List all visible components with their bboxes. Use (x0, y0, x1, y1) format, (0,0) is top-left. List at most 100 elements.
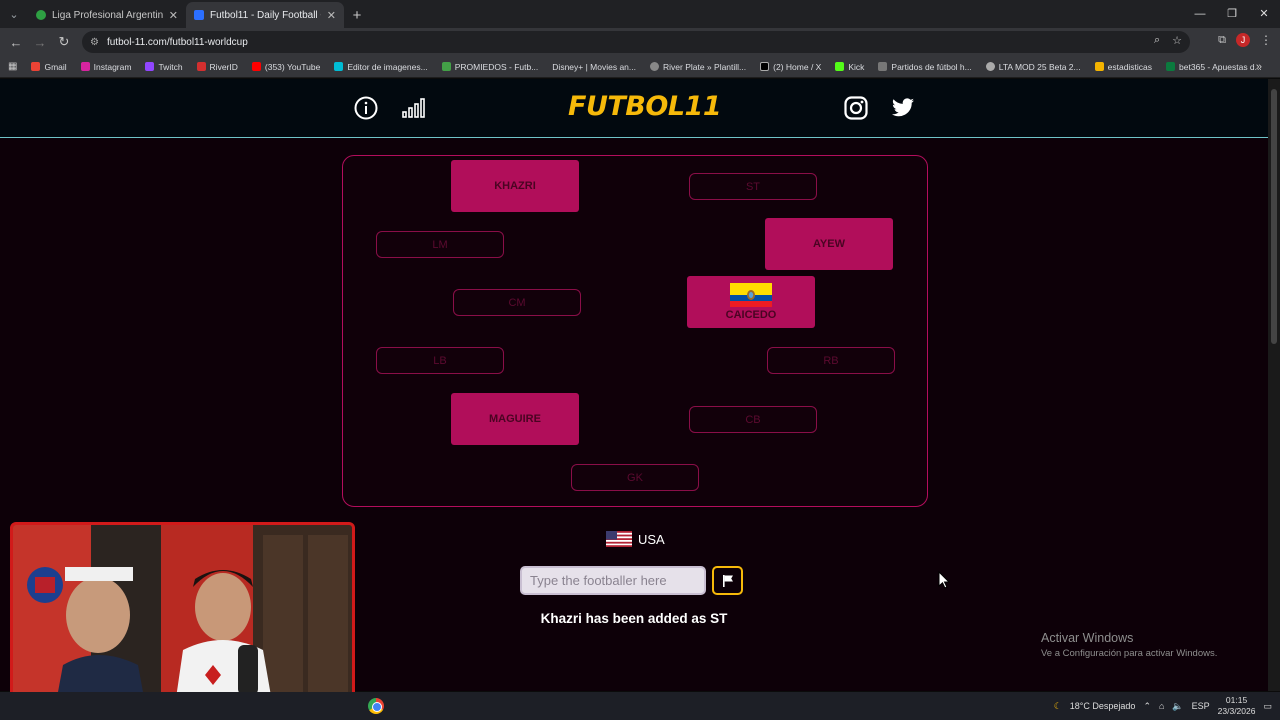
windows-taskbar: ☾ 18°C Despejado ⌃ ⌂ 🔈 ESP 01:15 23/3/20… (0, 692, 1280, 720)
gmail-icon (31, 62, 41, 71)
tab-favicon-icon (194, 10, 204, 20)
new-tab-button[interactable]: + (344, 2, 370, 28)
webcam-video-image (13, 525, 352, 713)
globe-icon (650, 62, 659, 71)
minimize-icon[interactable]: — (1184, 0, 1216, 28)
bookmark-label: PROMIEDOS - Futb... (454, 61, 539, 72)
bookmark-label: estadisticas (1107, 61, 1153, 72)
slot-cb-right[interactable]: CB (689, 406, 817, 433)
promiedos-icon (441, 62, 451, 71)
moon-weather-icon: ☾ (1053, 700, 1062, 711)
slot-rb[interactable]: RB (767, 347, 895, 374)
bookmark-riverplate[interactable]: River Plate » Plantill... (650, 62, 746, 72)
tab-search-icon[interactable]: ⌄ (0, 0, 28, 28)
country-name: USA (638, 531, 665, 547)
tab-title: Liga Profesional Argentina - PC (52, 9, 163, 21)
slot-cm-right[interactable]: CAICEDO (687, 276, 815, 328)
slot-st-right[interactable]: ST (689, 173, 817, 200)
flag-icon (722, 574, 733, 587)
close-tab-icon[interactable]: ✕ (169, 9, 178, 22)
back-icon[interactable]: ← (4, 35, 28, 50)
logo-number: 11 (684, 91, 722, 122)
restore-icon[interactable]: ❐ (1216, 0, 1248, 28)
language-indicator[interactable]: ESP (1192, 701, 1210, 711)
bookmark-label: Partidos de fútbol h... (891, 61, 972, 72)
bookmarks-bar: ▦ Gmail Instagram Twitch RiverID (353) Y… (0, 56, 1280, 78)
bookmark-label: Instagram (93, 61, 132, 72)
x-icon (760, 62, 770, 71)
slot-st-left[interactable]: KHAZRI (451, 160, 579, 212)
tab-title: Futbol11 - Daily Football Game (210, 9, 321, 21)
page-scrollbar[interactable] (1268, 79, 1280, 691)
site-header: FUTBOL11 (0, 79, 1268, 138)
bookmark-riverid[interactable]: RiverID (196, 61, 238, 72)
slot-gk[interactable]: GK (571, 464, 699, 491)
bookmark-promiedos[interactable]: PROMIEDOS - Futb... (441, 61, 539, 72)
bookmark-label: (353) YouTube (264, 61, 321, 72)
bookmark-editor[interactable]: Editor de imagenes... (334, 61, 428, 72)
slot-lm[interactable]: LM (376, 231, 504, 258)
close-window-icon[interactable]: ✕ (1248, 0, 1280, 28)
clock-date: 23/3/2026 (1217, 706, 1256, 716)
bookmark-estadisticas[interactable]: estadisticas (1094, 61, 1153, 72)
weather-text[interactable]: 18°C Despejado (1070, 701, 1136, 711)
menu-icon[interactable]: ⋮ (1260, 33, 1272, 47)
clock[interactable]: 01:15 23/3/2026 (1218, 695, 1256, 717)
apps-icon[interactable]: ▦ (8, 61, 17, 72)
tab-futbol11[interactable]: Futbol11 - Daily Football Game ✕ (186, 2, 344, 28)
slot-cb-left[interactable]: MAGUIRE (451, 393, 579, 445)
close-tab-icon[interactable]: ✕ (327, 9, 336, 22)
slot-cm-left[interactable]: CM (453, 289, 581, 316)
youtube-icon (251, 62, 261, 71)
bookmark-disney[interactable]: Disney+ | Movies an... (552, 62, 636, 72)
footballer-search-input[interactable] (520, 566, 706, 595)
stats-icon[interactable] (400, 95, 426, 121)
slot-rm[interactable]: AYEW (765, 218, 893, 270)
url-text: futbol-11.com/futbol11-worldcup (106, 36, 248, 48)
zoom-icon[interactable]: ⌕ (1154, 34, 1160, 47)
site-info-icon[interactable]: ⚙ (90, 37, 99, 48)
futbol11-logo[interactable]: FUTBOL11 (568, 91, 722, 122)
give-up-button[interactable] (712, 566, 743, 595)
browser-tabbar: ⌄ Liga Profesional Argentina - PC ✕ Futb… (0, 0, 1280, 28)
chevron-up-icon[interactable]: ⌃ (1143, 701, 1151, 712)
volume-icon[interactable]: 🔈 (1172, 701, 1183, 712)
bookmark-label: RiverID (209, 61, 238, 72)
bookmark-label: Editor de imagenes... (347, 61, 428, 72)
twitter-icon[interactable] (890, 95, 916, 121)
profile-avatar[interactable]: J (1236, 33, 1250, 47)
bookmark-gmail[interactable]: Gmail (31, 62, 67, 72)
instagram-icon[interactable] (843, 95, 869, 121)
extensions-icon[interactable]: ⧉ (1218, 34, 1226, 47)
guess-form (520, 566, 743, 595)
bookmark-x[interactable]: (2) Home / X (760, 62, 821, 72)
info-icon[interactable] (353, 95, 379, 121)
network-icon[interactable]: ⌂ (1159, 701, 1164, 711)
logo-text: FUTBOL (568, 91, 685, 122)
bookmark-label: River Plate » Plantill... (663, 61, 747, 72)
tab-favicon-icon (36, 10, 46, 20)
bookmark-bet365[interactable]: bet365 - Apuestas d... (1166, 62, 1262, 72)
bet365-icon (1166, 62, 1176, 71)
notifications-icon[interactable]: ▭ (1263, 701, 1272, 712)
forward-icon[interactable]: → (28, 35, 52, 50)
address-bar[interactable]: ⚙ futbol-11.com/futbol11-worldcup ⌕ ☆ (82, 31, 1190, 53)
more-bookmarks-icon[interactable]: » (1256, 61, 1262, 73)
bookmark-partidos[interactable]: Partidos de fútbol h... (878, 61, 972, 72)
slot-lb[interactable]: LB (376, 347, 504, 374)
bookmark-youtube[interactable]: (353) YouTube (251, 61, 321, 72)
reload-icon[interactable]: ↻ (52, 34, 76, 50)
partidos-icon (878, 62, 888, 71)
riverid-icon (196, 62, 206, 71)
chrome-icon[interactable] (368, 698, 384, 714)
bookmark-label: LTA MOD 25 Beta 2... (998, 61, 1081, 72)
bookmark-star-icon[interactable]: ☆ (1172, 34, 1182, 47)
bookmark-lta[interactable]: LTA MOD 25 Beta 2... (985, 61, 1081, 72)
lineup-pitch: KHAZRI ST LM AYEW CM CAICEDO LB RB MAGUI… (342, 155, 928, 507)
slot-player-name: CAICEDO (725, 309, 777, 321)
bookmark-kick[interactable]: Kick (835, 62, 864, 72)
bookmark-instagram[interactable]: Instagram (80, 61, 132, 72)
tab-liga-profesional[interactable]: Liga Profesional Argentina - PC ✕ (28, 2, 186, 28)
scroll-thumb[interactable] (1271, 89, 1277, 344)
bookmark-twitch[interactable]: Twitch (145, 62, 183, 72)
